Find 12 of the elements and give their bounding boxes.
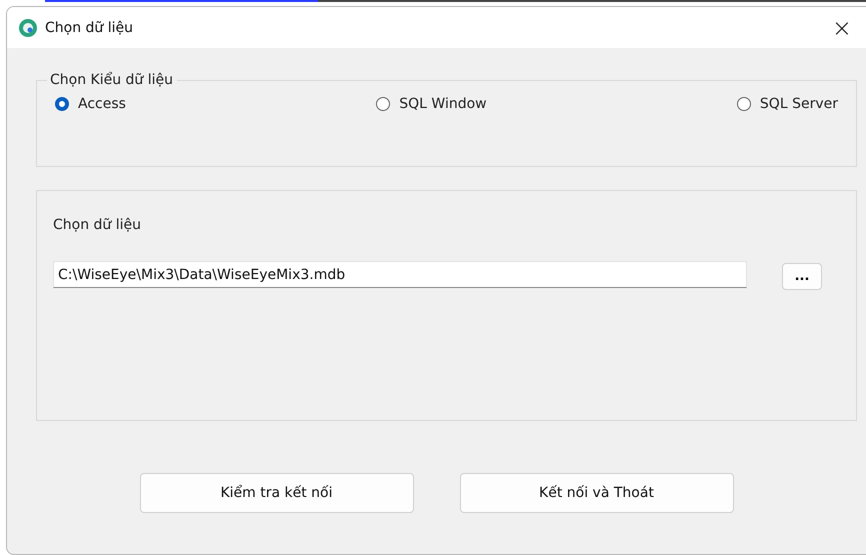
- browse-button[interactable]: ...: [782, 263, 822, 290]
- field-label: Chọn dữ liệu: [53, 217, 142, 233]
- radio-option[interactable]: SQL Server: [736, 96, 838, 112]
- path-field[interactable]: C:\WiseEye\Mix3\Data\WiseEyeMix3.mdb: [53, 261, 747, 288]
- close-button[interactable]: ×: [828, 16, 856, 40]
- window-title: Chọn dữ liệu: [45, 20, 134, 36]
- group-legend: Chọn Kiểu dữ liệu: [47, 72, 178, 88]
- radio-option[interactable]: SQL Window: [376, 96, 487, 112]
- action-button[interactable]: Kiểm tra kết nối: [140, 473, 414, 513]
- action-button[interactable]: Kết nối và Thoát: [460, 473, 734, 513]
- radio-option[interactable]: Access: [55, 96, 126, 112]
- app-logo-icon: [19, 18, 37, 36]
